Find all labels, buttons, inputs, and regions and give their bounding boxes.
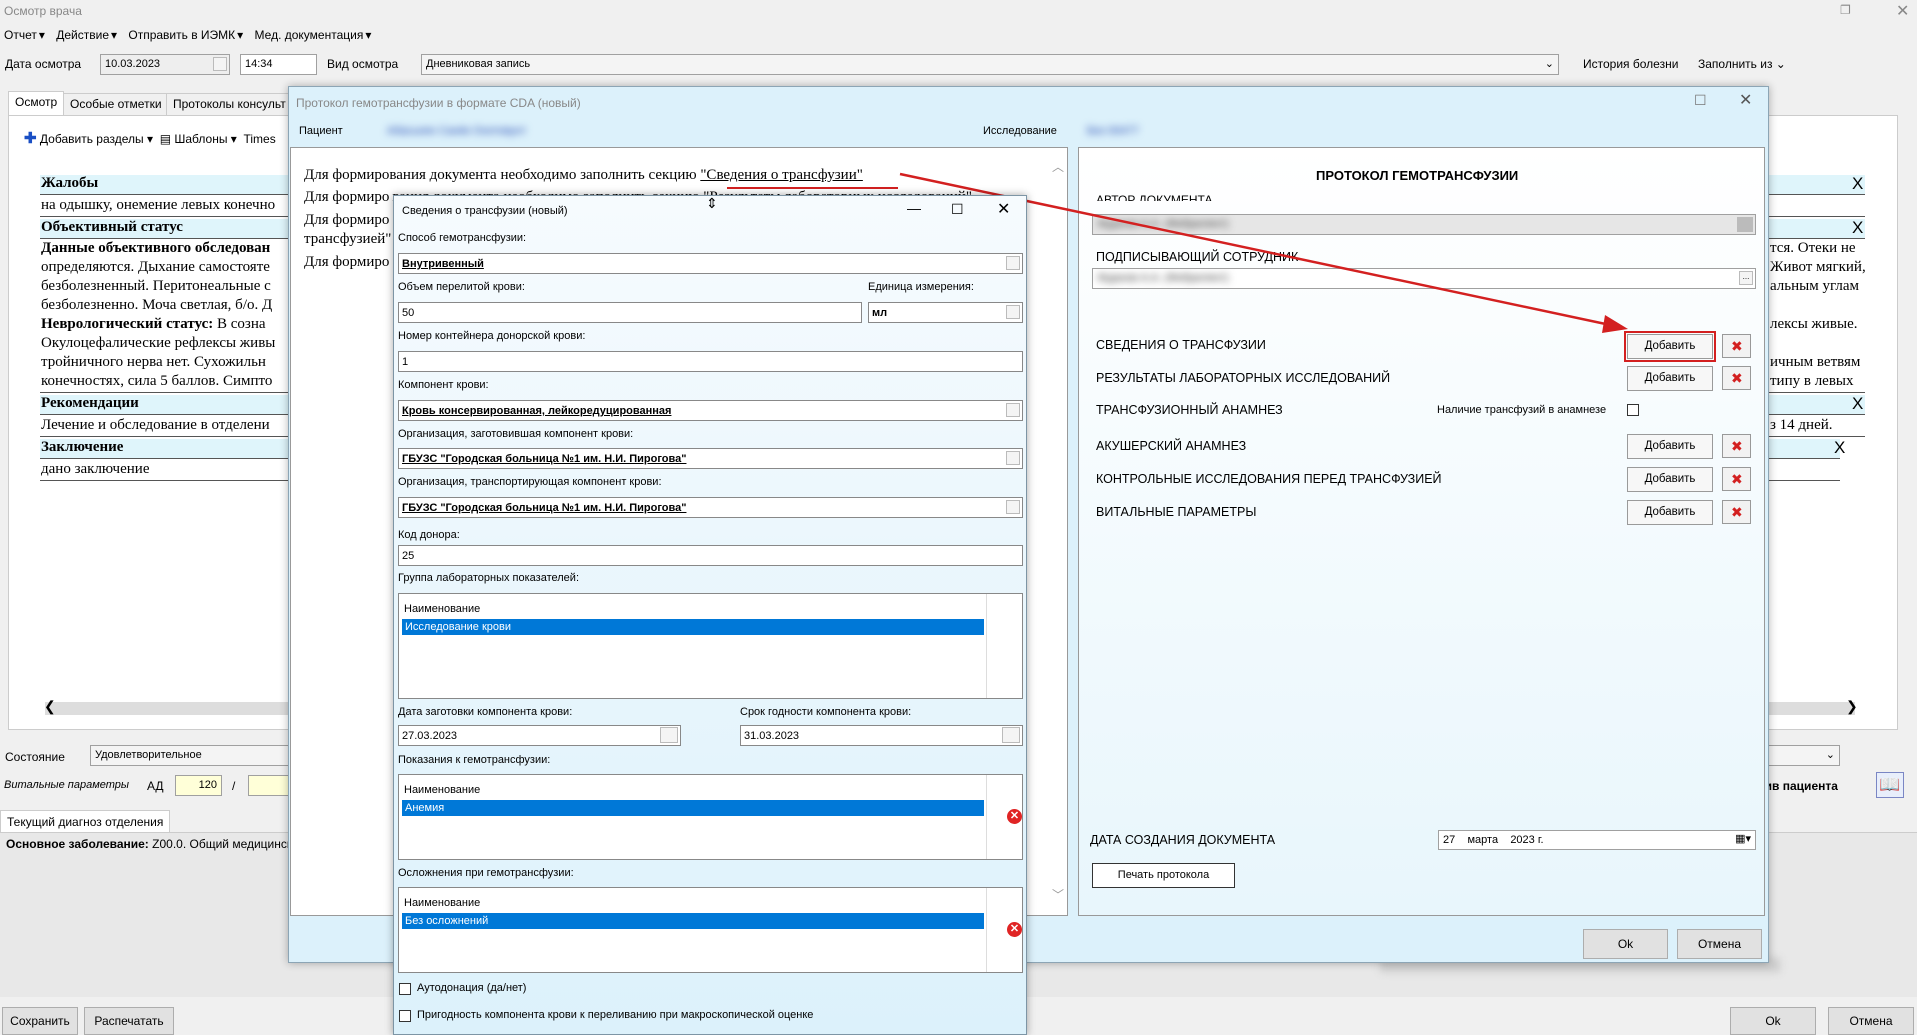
container-label: Номер контейнера донорской крови: bbox=[398, 330, 586, 342]
grid-header: Наименование bbox=[404, 603, 481, 615]
suitability-label: Пригодность компонента крови к переливан… bbox=[417, 1009, 814, 1021]
donor-code-label: Код донора: bbox=[398, 529, 460, 541]
exp-date-input[interactable]: 31.03.2023 bbox=[740, 725, 1023, 746]
org-prepared-value: ГБУЗС "Городская больница №1 им. Н.И. Пи… bbox=[402, 453, 687, 465]
ellipsis-icon[interactable] bbox=[1006, 500, 1020, 514]
method-label: Способ гемотрансфузии: bbox=[398, 232, 527, 244]
complications-grid[interactable]: Наименование Без осложнений bbox=[398, 887, 1023, 973]
minimize-icon[interactable]: — bbox=[907, 200, 921, 216]
exp-date-label: Срок годности компонента крови: bbox=[740, 706, 912, 718]
calendar-icon[interactable] bbox=[660, 727, 678, 743]
exp-date-value: 31.03.2023 bbox=[744, 730, 800, 742]
org-transport-value: ГБУЗС "Городская больница №1 им. Н.И. Пи… bbox=[402, 502, 687, 514]
autodonation-label: Аутодонация (да/нет) bbox=[417, 982, 527, 994]
volume-value: 50 bbox=[402, 307, 415, 319]
complications-row-selected[interactable]: Без осложнений bbox=[402, 913, 984, 929]
calendar-icon[interactable] bbox=[1002, 727, 1020, 743]
ellipsis-icon[interactable] bbox=[1006, 451, 1020, 465]
volume-label: Объем перелитой крови: bbox=[398, 281, 525, 293]
lab-group-row-selected[interactable]: Исследование крови bbox=[402, 619, 984, 635]
container-input[interactable]: 1 bbox=[398, 351, 1023, 372]
resize-cursor-icon: ⇕ bbox=[706, 195, 718, 211]
delete-indication-icon[interactable]: ✕ bbox=[1007, 809, 1022, 824]
prep-date-value: 27.03.2023 bbox=[402, 730, 458, 742]
unit-value: мл bbox=[872, 307, 888, 319]
grid-divider bbox=[986, 888, 987, 972]
component-field[interactable]: Кровь консервированная, лейкоредуцирован… bbox=[398, 400, 1023, 421]
org-prepared-label: Организация, заготовившая компонент кров… bbox=[398, 428, 634, 440]
org-prepared-field[interactable]: ГБУЗС "Городская больница №1 им. Н.И. Пи… bbox=[398, 448, 1023, 469]
method-value: Внутривенный bbox=[402, 258, 484, 270]
close-icon[interactable]: ✕ bbox=[997, 199, 1010, 219]
ellipsis-icon[interactable] bbox=[1006, 403, 1020, 417]
donor-code-input[interactable]: 25 bbox=[398, 545, 1023, 566]
autodonation-checkbox[interactable] bbox=[399, 983, 411, 995]
lab-group-label: Группа лабораторных показателей: bbox=[398, 572, 580, 584]
unit-field[interactable]: мл bbox=[868, 302, 1023, 323]
prep-date-label: Дата заготовки компонента крови: bbox=[398, 706, 573, 718]
suitability-checkbox[interactable] bbox=[399, 1010, 411, 1022]
indications-label: Показания к гемотрансфузии: bbox=[398, 754, 551, 766]
grid-divider bbox=[986, 775, 987, 859]
unit-label: Единица измерения: bbox=[868, 281, 974, 293]
indications-grid[interactable]: Наименование Анемия bbox=[398, 774, 1023, 860]
donor-code-value: 25 bbox=[402, 550, 415, 562]
grid-header: Наименование bbox=[404, 784, 481, 796]
lab-group-grid[interactable]: Наименование Исследование крови bbox=[398, 593, 1023, 699]
indications-row-selected[interactable]: Анемия bbox=[402, 800, 984, 816]
org-transport-label: Организация, транспортирующая компонент … bbox=[398, 476, 662, 488]
method-field[interactable]: Внутривенный bbox=[398, 253, 1023, 274]
grid-divider bbox=[986, 594, 987, 698]
volume-input[interactable]: 50 bbox=[398, 302, 862, 323]
maximize-icon[interactable]: ☐ bbox=[951, 201, 964, 218]
transfusion-dialog-title: Сведения о трансфузии (новый) bbox=[402, 205, 568, 217]
org-transport-field[interactable]: ГБУЗС "Городская больница №1 им. Н.И. Пи… bbox=[398, 497, 1023, 518]
container-value: 1 bbox=[402, 356, 409, 368]
ellipsis-icon[interactable] bbox=[1006, 256, 1020, 270]
grid-header: Наименование bbox=[404, 897, 481, 909]
component-label: Компонент крови: bbox=[398, 379, 489, 391]
delete-complication-icon[interactable]: ✕ bbox=[1007, 922, 1022, 937]
complications-label: Осложнения при гемотрансфузии: bbox=[398, 867, 574, 879]
prep-date-input[interactable]: 27.03.2023 bbox=[398, 725, 681, 746]
component-value: Кровь консервированная, лейкоредуцирован… bbox=[402, 405, 672, 417]
ellipsis-icon[interactable] bbox=[1006, 305, 1020, 319]
